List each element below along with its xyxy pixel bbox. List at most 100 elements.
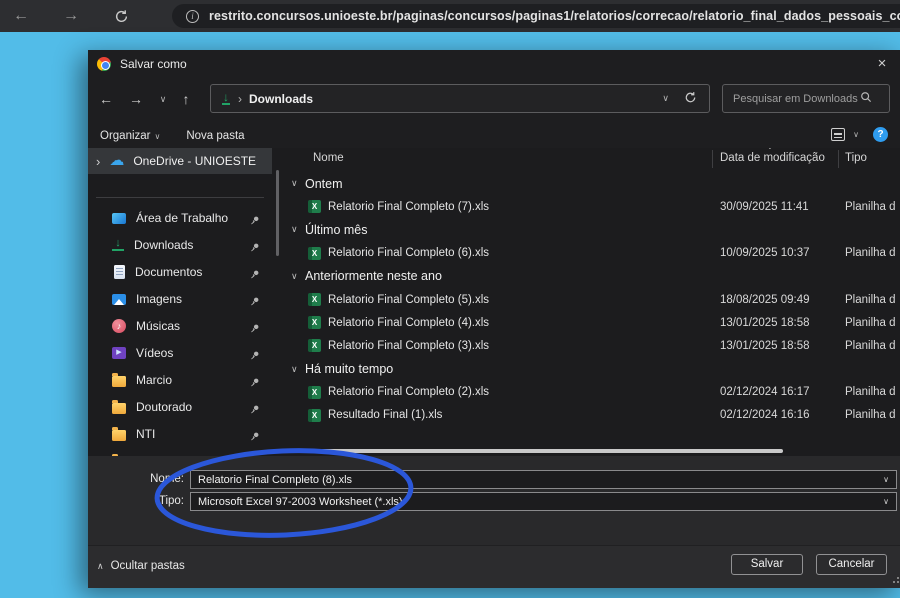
filetype-dropdown-icon[interactable]: ∨	[883, 497, 889, 506]
dialog-title: Salvar como	[120, 57, 187, 71]
sidebar-item-label: Doutorado	[136, 400, 192, 414]
cancel-button[interactable]: Cancelar	[816, 554, 887, 575]
file-list: Nome ∨ Data de modificação Tipo ∨OntemXR…	[285, 148, 900, 456]
file-name: Relatorio Final Completo (4).xls	[328, 317, 489, 329]
sidebar-item-downloads[interactable]: ↓Downloads	[88, 231, 272, 258]
file-row[interactable]: XRelatorio Final Completo (6).xls10/09/2…	[285, 242, 900, 265]
filetype-value: Microsoft Excel 97-2003 Worksheet (*.xls…	[198, 496, 403, 508]
excel-file-icon: X	[308, 247, 321, 260]
file-row[interactable]: XResultado Final (1).xls02/12/2024 16:16…	[285, 404, 900, 427]
organize-menu[interactable]: Organizar∨	[100, 130, 160, 142]
column-header-name[interactable]: Nome	[313, 152, 344, 164]
sidebar-item-label: Documentos	[135, 265, 202, 279]
search-input[interactable]	[733, 93, 858, 105]
pin-icon[interactable]	[250, 347, 260, 365]
forward-icon[interactable]: →	[124, 86, 148, 112]
pin-icon[interactable]	[250, 239, 260, 257]
sidebar-item-processos[interactable]: Processos	[88, 447, 272, 456]
address-dropdown-icon[interactable]: ∨	[662, 93, 669, 104]
sidebar-item-label: NTI	[136, 427, 155, 441]
sidebar-item-marcio[interactable]: Marcio	[88, 366, 272, 393]
file-row[interactable]: XRelatorio Final Completo (7).xls30/09/2…	[285, 195, 900, 218]
column-header-date[interactable]: Data de modificação	[720, 152, 825, 164]
refresh-icon[interactable]	[684, 91, 697, 109]
filename-combobox[interactable]: ∨	[190, 470, 897, 489]
file-name-cell: XRelatorio Final Completo (2).xls	[285, 386, 720, 399]
breadcrumb-chevron-icon: ›	[238, 92, 242, 106]
hide-folders-button[interactable]: ∧ Ocultar pastas	[97, 560, 185, 572]
file-row[interactable]: XRelatorio Final Completo (3).xls13/01/2…	[285, 334, 900, 357]
browser-forward-icon[interactable]: →	[60, 5, 82, 27]
sidebar-item-onedrive[interactable]: › ☁ OneDrive - UNIOESTE	[88, 148, 272, 174]
filename-dropdown-icon[interactable]: ∨	[883, 475, 889, 484]
pin-icon[interactable]	[250, 320, 260, 338]
document-icon	[114, 265, 125, 279]
breadcrumb-location[interactable]: Downloads	[249, 92, 313, 106]
address-bar[interactable]: i restrito.concursos.unioeste.br/paginas…	[172, 4, 900, 28]
file-type: Planilha d	[845, 247, 900, 259]
column-divider[interactable]	[712, 150, 713, 168]
file-row[interactable]: XRelatorio Final Completo (4).xls13/01/2…	[285, 311, 900, 334]
sidebar-item-nti[interactable]: NTI	[88, 420, 272, 447]
file-name-cell: XRelatorio Final Completo (4).xls	[285, 316, 720, 329]
sidebar-item-vi-deos[interactable]: ▶Vídeos	[88, 339, 272, 366]
file-group-header[interactable]: ∨Anteriormente neste ano	[285, 265, 900, 288]
group-chevron-icon: ∨	[291, 271, 303, 282]
pin-icon[interactable]	[250, 293, 260, 311]
dialog-footer: ∧ Ocultar pastas Salvar Cancelar	[88, 545, 900, 588]
back-icon[interactable]: ←	[94, 86, 118, 112]
file-date: 02/12/2024 16:16	[720, 409, 845, 421]
view-mode-icon[interactable]	[831, 128, 845, 141]
sidebar-item-doutorado[interactable]: Doutorado	[88, 393, 272, 420]
column-header-type[interactable]: Tipo	[845, 152, 867, 164]
file-name-cell: XResultado Final (1).xls	[285, 409, 720, 422]
file-name: Relatorio Final Completo (2).xls	[328, 386, 489, 398]
file-date: 02/12/2024 16:17	[720, 386, 845, 398]
sidebar-item-a-rea-de-trabalho[interactable]: Área de Trabalho	[88, 204, 272, 231]
file-date: 10/09/2025 10:37	[720, 247, 845, 259]
sidebar-item-mu-sicas[interactable]: ♪Músicas	[88, 312, 272, 339]
file-group-header[interactable]: ∨Último mês	[285, 218, 900, 241]
new-folder-button[interactable]: Nova pasta	[186, 130, 244, 142]
file-rows: ∨OntemXRelatorio Final Completo (7).xls3…	[285, 172, 900, 428]
dialog-navbar: ← → ∨ ↑ ↓ › Downloads ∨	[88, 84, 900, 114]
filetype-select[interactable]: Microsoft Excel 97-2003 Worksheet (*.xls…	[190, 492, 897, 511]
file-group-header[interactable]: ∨Há muito tempo	[285, 358, 900, 381]
file-name: Relatorio Final Completo (7).xls	[328, 201, 489, 213]
pin-icon[interactable]	[250, 401, 260, 419]
chevron-up-icon: ∧	[97, 561, 104, 572]
pin-icon[interactable]	[250, 212, 260, 230]
browser-back-icon[interactable]: ←	[10, 5, 32, 27]
location-breadcrumb[interactable]: ↓ › Downloads ∨	[210, 84, 710, 113]
save-button[interactable]: Salvar	[731, 554, 803, 575]
sidebar-item-documentos[interactable]: Documentos	[88, 258, 272, 285]
file-row[interactable]: XResultado Final.xls02/12/2024 16:16Plan…	[285, 427, 900, 428]
horizontal-scrollbar[interactable]	[285, 449, 783, 453]
help-icon[interactable]: ?	[873, 127, 888, 142]
filename-input[interactable]	[198, 474, 838, 486]
recent-locations-icon[interactable]: ∨	[151, 86, 175, 112]
column-divider[interactable]	[838, 150, 839, 168]
up-icon[interactable]: ↑	[174, 86, 198, 112]
pin-icon[interactable]	[250, 428, 260, 446]
sidebar-scrollbar[interactable]	[276, 170, 279, 256]
group-chevron-icon: ∨	[291, 178, 303, 189]
pin-icon[interactable]	[250, 374, 260, 392]
filename-label: Nome:	[124, 473, 184, 485]
resize-grip[interactable]	[891, 577, 899, 585]
expander-chevron-icon[interactable]: ›	[96, 154, 100, 169]
dialog-titlebar[interactable]: Salvar como ×	[88, 50, 900, 78]
pin-icon[interactable]	[250, 266, 260, 284]
sidebar-item-imagens[interactable]: Imagens	[88, 285, 272, 312]
file-date: 13/01/2025 18:58	[720, 340, 845, 352]
search-box[interactable]	[722, 84, 890, 113]
file-row[interactable]: XRelatorio Final Completo (2).xls02/12/2…	[285, 381, 900, 404]
sidebar-item-label: OneDrive - UNIOESTE	[133, 154, 256, 168]
file-group-header[interactable]: ∨Ontem	[285, 172, 900, 195]
group-label: Há muito tempo	[305, 362, 393, 376]
browser-reload-icon[interactable]	[110, 5, 132, 27]
view-dropdown-icon[interactable]: ∨	[853, 130, 859, 139]
close-icon[interactable]: ×	[872, 54, 892, 74]
site-info-icon[interactable]: i	[186, 10, 199, 23]
file-row[interactable]: XRelatorio Final Completo (5).xls18/08/2…	[285, 288, 900, 311]
